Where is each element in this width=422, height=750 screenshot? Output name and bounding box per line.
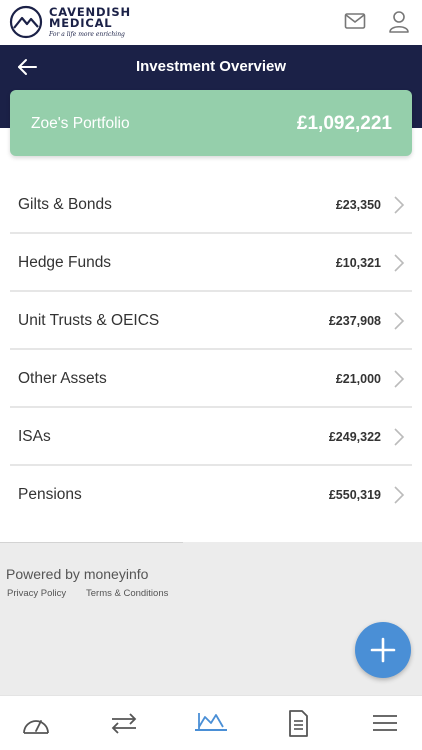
logo-text: CAVENDISH MEDICAL For a life more enrich… — [49, 6, 131, 38]
asset-row-gilts-bonds[interactable]: Gilts & Bonds £23,350 — [10, 176, 412, 234]
chevron-right-icon — [394, 196, 405, 214]
asset-label: Pensions — [18, 486, 82, 503]
asset-row-hedge-funds[interactable]: Hedge Funds £10,321 — [10, 234, 412, 292]
terms-conditions-link[interactable]: Terms & Conditions — [86, 588, 168, 599]
asset-label: Unit Trusts & OEICS — [18, 312, 160, 329]
asset-value: £21,000 — [335, 372, 381, 386]
brand-name-line2: MEDICAL — [49, 16, 113, 30]
chevron-right-icon — [394, 428, 405, 446]
asset-value: £237,908 — [328, 314, 381, 328]
document-icon[interactable] — [282, 709, 314, 737]
asset-label: Other Assets — [18, 370, 107, 387]
dashboard-icon[interactable] — [20, 709, 52, 737]
portfolio-name: Zoe's Portfolio — [31, 115, 130, 132]
page-title: Investment Overview — [135, 58, 287, 75]
brand-logo[interactable]: CAVENDISH MEDICAL For a life more enrich… — [9, 5, 131, 39]
footer-divider — [0, 542, 183, 543]
chevron-right-icon — [394, 254, 405, 272]
plus-icon — [370, 637, 396, 663]
privacy-policy-link[interactable]: Privacy Policy — [7, 588, 66, 599]
chevron-right-icon — [394, 486, 405, 504]
add-button[interactable] — [355, 622, 411, 678]
asset-value: £10,321 — [335, 256, 381, 270]
brand-tagline: For a life more enriching — [49, 30, 125, 38]
mail-icon[interactable] — [344, 11, 366, 31]
asset-row-isas[interactable]: ISAs £249,322 — [10, 408, 412, 466]
powered-by-text: Powered by moneyinfo — [6, 566, 149, 582]
portfolio-total: £1,092,221 — [296, 113, 392, 134]
portfolio-card[interactable]: Zoe's Portfolio £1,092,221 — [10, 90, 412, 156]
transfer-icon[interactable] — [108, 709, 140, 737]
footer-area: Powered by moneyinfo Privacy Policy Term… — [0, 542, 422, 695]
logo-mark-icon — [9, 5, 43, 39]
user-icon[interactable] — [388, 10, 410, 34]
asset-row-pensions[interactable]: Pensions £550,319 — [10, 466, 412, 524]
asset-label: Gilts & Bonds — [18, 196, 112, 213]
asset-row-unit-trusts[interactable]: Unit Trusts & OEICS £237,908 — [10, 292, 412, 350]
asset-list: Gilts & Bonds £23,350 Hedge Funds £10,32… — [10, 176, 412, 524]
bottom-nav — [0, 695, 422, 750]
asset-value: £550,319 — [328, 488, 381, 502]
asset-row-other-assets[interactable]: Other Assets £21,000 — [10, 350, 412, 408]
asset-value: £249,322 — [328, 430, 381, 444]
asset-value: £23,350 — [335, 198, 381, 212]
asset-label: ISAs — [18, 428, 51, 445]
chevron-right-icon — [394, 312, 405, 330]
chevron-right-icon — [394, 370, 405, 388]
top-bar: CAVENDISH MEDICAL For a life more enrich… — [0, 0, 422, 45]
active-tab-indicator — [195, 729, 227, 731]
chart-icon[interactable] — [195, 709, 227, 737]
asset-label: Hedge Funds — [18, 254, 112, 271]
menu-icon[interactable] — [369, 709, 401, 737]
